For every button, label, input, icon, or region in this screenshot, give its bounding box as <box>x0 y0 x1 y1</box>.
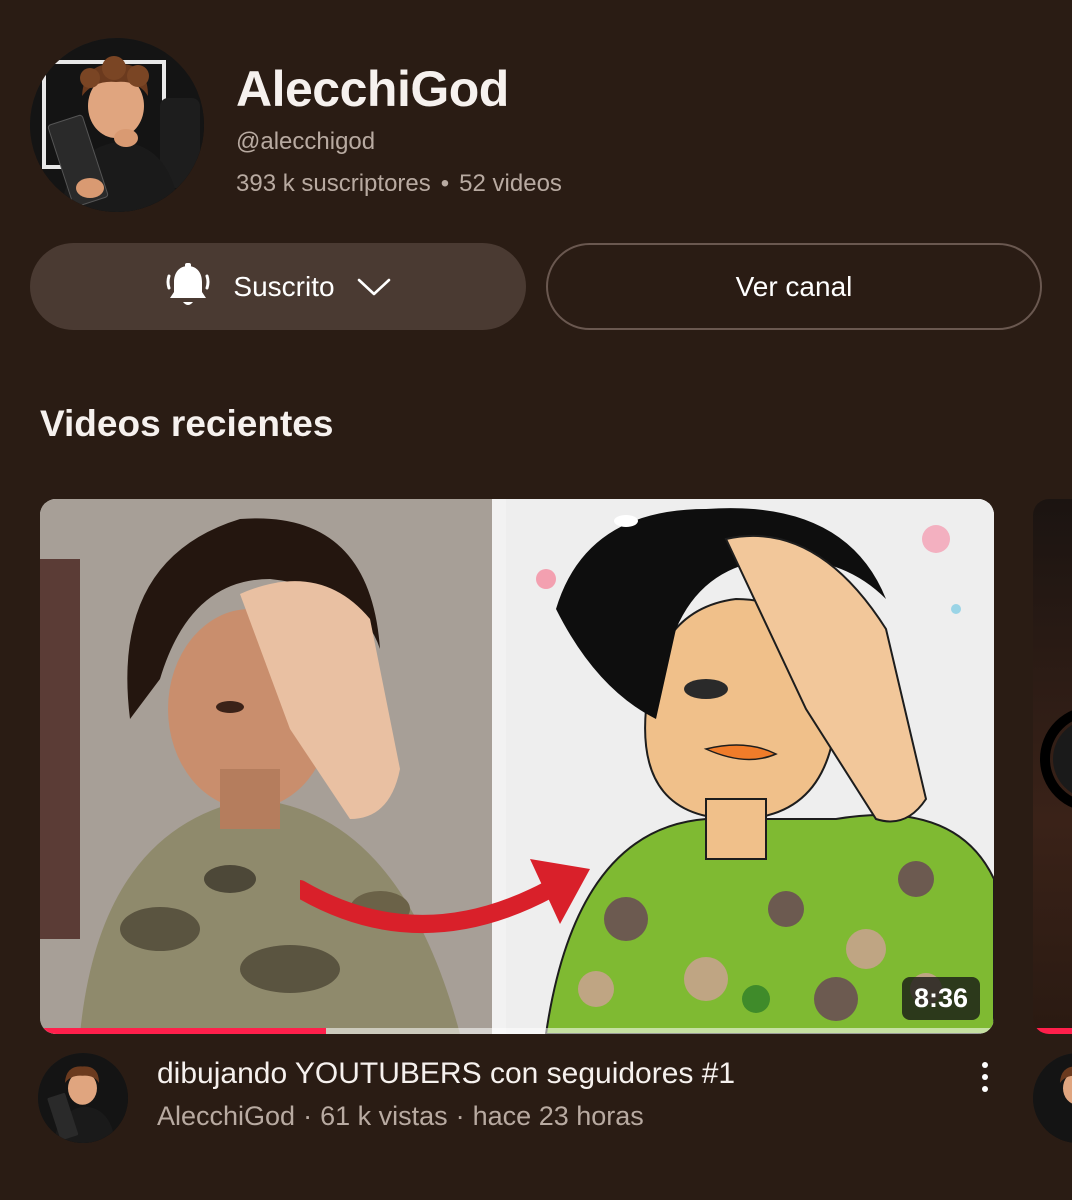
mini-avatar-illustration <box>38 1053 128 1143</box>
channel-name: AlecchiGod <box>236 61 509 117</box>
section-title: Videos recientes <box>40 403 334 444</box>
next-avatar-illustration <box>1033 1053 1072 1143</box>
next-video-thumbnail[interactable] <box>1033 499 1072 1034</box>
channel-handle: @alecchigod <box>236 128 376 155</box>
video-thumbnail[interactable]: 8:36 <box>40 499 994 1034</box>
video-duration: 8:36 <box>901 977 980 1020</box>
channel-actions: Suscrito Ver canal <box>30 243 1042 330</box>
video-subtitle: AlecchiGod · 61 k vistas · hace 23 horas <box>157 1101 735 1132</box>
next-video-channel-avatar[interactable] <box>1033 1053 1072 1143</box>
channel-page: AlecchiGod @alecchigod 393 k suscriptore… <box>0 0 1072 1200</box>
video-channel-avatar[interactable] <box>38 1053 128 1143</box>
channel-info: AlecchiGod @alecchigod 393 k suscriptore… <box>236 60 562 198</box>
meta-separator: · <box>455 1101 465 1131</box>
chevron-down-icon <box>357 278 390 295</box>
next-watch-progress-fill <box>1033 1028 1072 1034</box>
video-channel-name[interactable]: AlecchiGod <box>157 1101 295 1132</box>
channel-header: AlecchiGod @alecchigod 393 k suscriptore… <box>30 38 562 212</box>
view-channel-button[interactable]: Ver canal <box>546 243 1042 330</box>
channel-stats: 393 k suscriptores • 52 videos <box>236 170 562 198</box>
bell-icon <box>166 262 210 305</box>
subscribed-label: Suscrito <box>233 270 335 302</box>
stats-separator: • <box>440 170 450 197</box>
arrow-graphic <box>300 859 590 933</box>
meta-separator: · <box>303 1101 313 1131</box>
avatar-illustration <box>30 38 204 212</box>
more-vert-icon[interactable] <box>972 1060 998 1096</box>
video-count: 52 videos <box>459 170 562 197</box>
channel-avatar[interactable] <box>30 38 204 212</box>
video-title[interactable]: dibujando YOUTUBERS con seguidores #1 <box>157 1057 735 1091</box>
video-meta: dibujando YOUTUBERS con seguidores #1 Al… <box>38 1053 735 1143</box>
subscriber-count: 393 k suscriptores <box>236 170 431 197</box>
video-text: dibujando YOUTUBERS con seguidores #1 Al… <box>157 1057 735 1143</box>
watch-progress-fill <box>40 1028 327 1034</box>
subscribed-button[interactable]: Suscrito <box>30 243 526 330</box>
video-views: 61 k vistas <box>320 1101 448 1131</box>
next-thumbnail-image <box>1040 710 1072 808</box>
video-age: hace 23 horas <box>472 1101 644 1131</box>
